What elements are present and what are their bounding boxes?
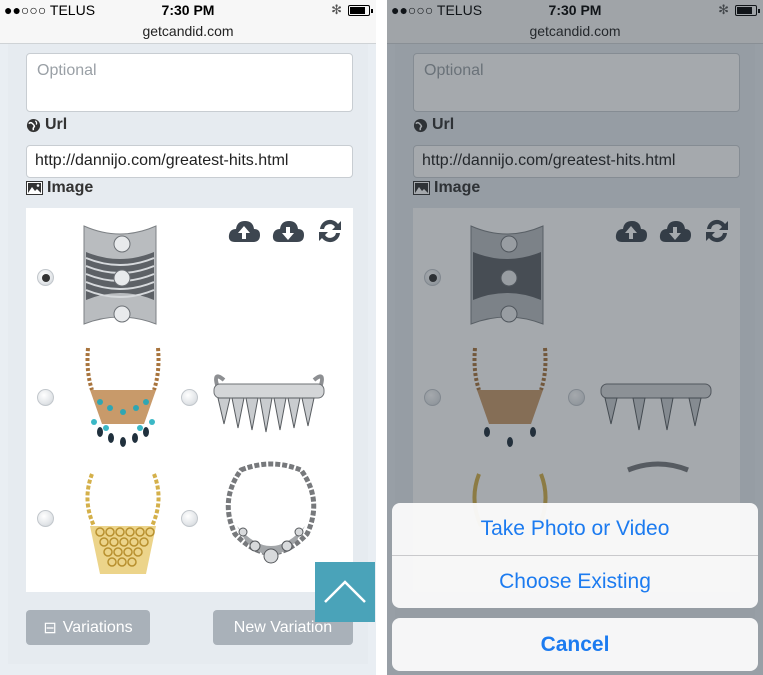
address-bar[interactable]: getcandid.com [0, 20, 376, 44]
action-sheet: Take Photo or Video Choose Existing [392, 503, 758, 608]
chevron-up-icon [324, 580, 366, 603]
image-radio-5[interactable] [181, 510, 198, 527]
status-bar: ●●○○○ TELUS 7:30 PM ✻ [0, 0, 376, 20]
notes-textarea[interactable]: Optional [26, 53, 353, 112]
turquoise-necklace-image [78, 342, 168, 459]
choose-existing-option[interactable]: Choose Existing [392, 555, 758, 607]
bluetooth-icon: ✻ [331, 2, 342, 17]
collapse-icon: ⊟ [43, 619, 57, 637]
url-label-text: Url [45, 116, 68, 133]
url-label: Url [26, 116, 67, 134]
image-radio-3[interactable] [181, 389, 198, 406]
cloud-upload-icon[interactable] [227, 216, 261, 246]
globe-icon [26, 118, 41, 132]
form-panel: Optional Url http://dannijo.com/greatest… [8, 44, 368, 664]
action-sheet-cancel: Cancel [392, 618, 758, 671]
variations-button[interactable]: ⊟ Variations [26, 610, 150, 645]
crystal-cuff-image [204, 366, 334, 441]
screen-action-sheet: ●●○○○ TELUS 7:30 PM ✻ getcandid.com Opti… [387, 0, 763, 675]
screen-divider [376, 0, 387, 675]
gold-necklace-image [78, 470, 168, 585]
image-radio-4[interactable] [37, 510, 54, 527]
picture-icon [26, 181, 43, 195]
clock: 7:30 PM [161, 2, 215, 18]
url-input[interactable]: http://dannijo.com/greatest-hits.html [26, 145, 353, 178]
image-picker [26, 208, 353, 592]
take-photo-option[interactable]: Take Photo or Video [392, 503, 758, 555]
image-radio-2[interactable] [37, 389, 54, 406]
image-radio-1[interactable] [37, 269, 54, 286]
refresh-icon[interactable] [315, 216, 349, 246]
variations-button-label: Variations [62, 618, 133, 636]
image-tools [227, 216, 349, 246]
image-label-text: Image [47, 179, 94, 196]
screen-form: ●●○○○ TELUS 7:30 PM ✻ getcandid.com Opti… [0, 0, 376, 675]
image-label: Image [26, 179, 93, 197]
silver-cuff-image [78, 220, 162, 337]
cancel-button[interactable]: Cancel [392, 618, 758, 671]
crystal-necklace-image [211, 460, 331, 583]
cloud-download-icon[interactable] [271, 216, 305, 246]
scroll-to-top-button[interactable] [315, 562, 375, 622]
battery-icon [348, 5, 373, 16]
